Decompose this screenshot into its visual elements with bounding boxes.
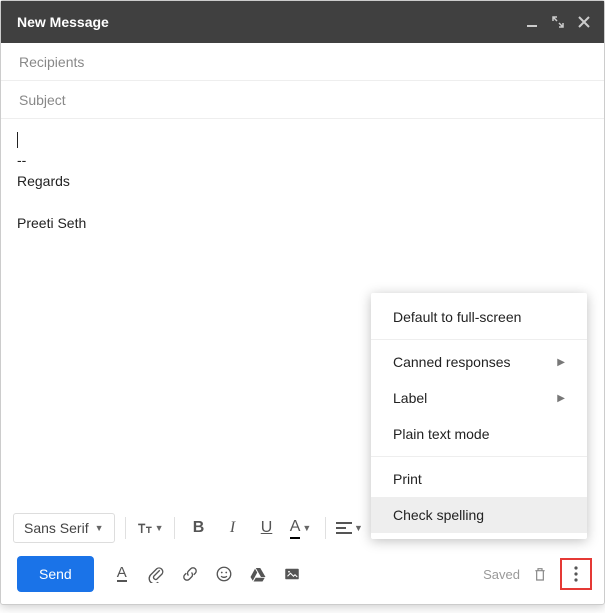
close-icon[interactable] <box>578 16 590 28</box>
font-selector[interactable]: Sans Serif ▼ <box>13 513 115 543</box>
menu-separator <box>371 456 587 457</box>
divider <box>125 517 126 539</box>
menu-label: Check spelling <box>393 507 484 523</box>
compose-header: New Message <box>1 1 604 43</box>
signature-line1: Regards <box>17 173 70 189</box>
emoji-icon[interactable] <box>214 564 234 584</box>
subject-row[interactable] <box>1 81 604 119</box>
menu-default-fullscreen[interactable]: Default to full-screen <box>371 299 587 335</box>
align-button[interactable]: ▼ <box>336 514 364 542</box>
image-icon[interactable] <box>282 564 302 584</box>
menu-label: Plain text mode <box>393 426 490 442</box>
send-button[interactable]: Send <box>17 556 94 592</box>
chevron-right-icon: ▶ <box>557 393 565 404</box>
chevron-down-icon: ▼ <box>95 523 104 533</box>
more-button-highlight <box>560 558 592 590</box>
menu-label: Print <box>393 471 422 487</box>
underline-button[interactable]: U <box>253 514 281 542</box>
menu-label-item[interactable]: Label ▶ <box>371 380 587 416</box>
menu-label: Canned responses <box>393 354 511 370</box>
more-options-menu: Default to full-screen Canned responses … <box>371 293 587 539</box>
header-window-controls <box>526 16 590 28</box>
chevron-down-icon: ▼ <box>302 523 311 533</box>
format-glyph: A <box>117 566 127 582</box>
menu-canned-responses[interactable]: Canned responses ▶ <box>371 344 587 380</box>
italic-button[interactable]: I <box>219 514 247 542</box>
divider <box>325 517 326 539</box>
recipients-row[interactable] <box>1 43 604 81</box>
chevron-down-icon: ▼ <box>155 523 164 533</box>
menu-label: Label <box>393 390 427 406</box>
saved-indicator: Saved <box>483 567 520 582</box>
drive-icon[interactable] <box>248 564 268 584</box>
trash-icon[interactable] <box>530 564 550 584</box>
menu-separator <box>371 339 587 340</box>
chevron-right-icon: ▶ <box>557 357 565 368</box>
signature-line2: Preeti Seth <box>17 215 86 231</box>
subject-input[interactable] <box>17 91 588 109</box>
chevron-down-icon: ▼ <box>354 523 363 533</box>
header-title: New Message <box>17 14 526 30</box>
menu-check-spelling[interactable]: Check spelling <box>371 497 587 533</box>
bold-button[interactable]: B <box>185 514 213 542</box>
link-icon[interactable] <box>180 564 200 584</box>
signature-separator: -- <box>17 152 26 168</box>
menu-label: Default to full-screen <box>393 309 521 325</box>
attach-icon[interactable] <box>146 564 166 584</box>
font-name: Sans Serif <box>24 520 89 536</box>
fullscreen-icon[interactable] <box>552 16 564 28</box>
text-format-icon[interactable]: A <box>112 564 132 584</box>
more-options-icon[interactable] <box>564 562 588 586</box>
action-row: Send A Saved <box>1 548 604 604</box>
menu-plain-text[interactable]: Plain text mode <box>371 416 587 452</box>
text-color-button[interactable]: A ▼ <box>287 514 315 542</box>
menu-print[interactable]: Print <box>371 461 587 497</box>
text-size-button[interactable]: ▼ <box>136 514 164 542</box>
minimize-icon[interactable] <box>526 16 538 28</box>
text-cursor <box>17 132 18 148</box>
recipients-input[interactable] <box>17 53 588 71</box>
action-icons: A <box>112 564 302 584</box>
text-color-glyph: A <box>290 518 301 539</box>
divider <box>174 517 175 539</box>
action-right: Saved <box>483 558 592 590</box>
